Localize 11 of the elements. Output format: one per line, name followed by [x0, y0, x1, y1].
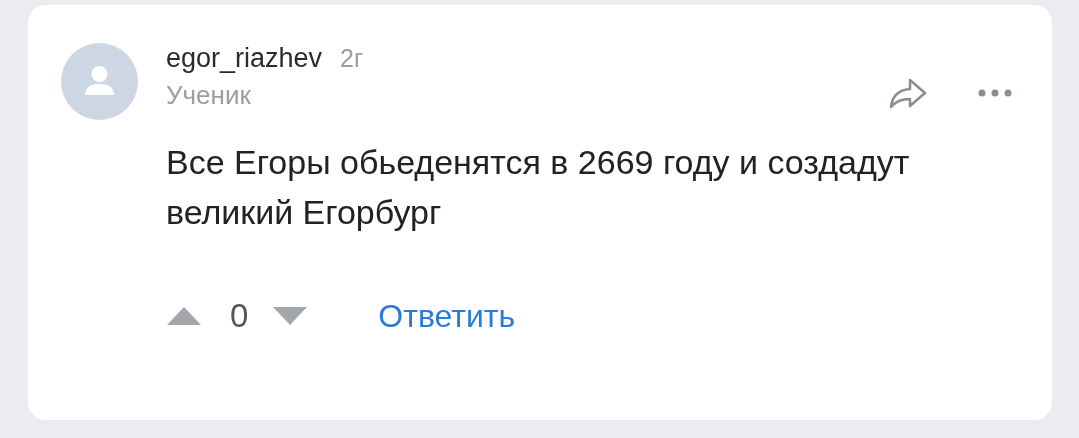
- comment-text: Все Егоры обьеденятся в 2669 году и создадут великий Егорбург: [166, 142, 911, 233]
- upvote-icon[interactable]: [166, 306, 202, 326]
- reply-link[interactable]: Ответить: [378, 297, 516, 335]
- share-icon[interactable]: [888, 77, 928, 109]
- author-name: egor_riazhev: [166, 43, 323, 74]
- avatar-icon: [61, 43, 138, 120]
- downvote-icon[interactable]: [272, 306, 309, 326]
- comment-age: 2г: [340, 44, 364, 73]
- vote-count: 0: [230, 297, 249, 335]
- author-rank: Ученик: [166, 80, 252, 111]
- more-icon[interactable]: [978, 89, 1012, 97]
